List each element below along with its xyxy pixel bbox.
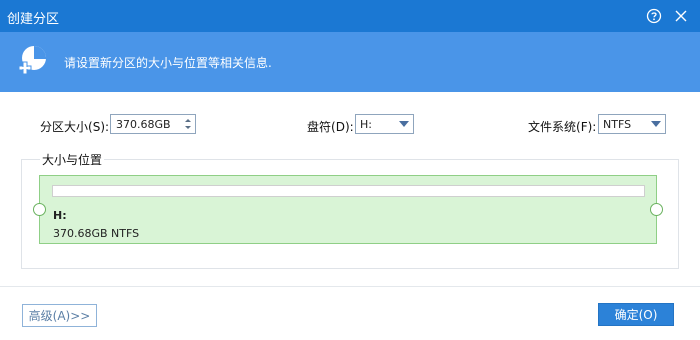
help-button[interactable] bbox=[644, 6, 664, 26]
create-partition-dialog: 创建分区 请设置新分区的大小与位置等相关信息. 分区大小(S): 370.68G… bbox=[0, 0, 700, 340]
chevron-down-icon bbox=[651, 121, 661, 127]
size-spinbox[interactable]: 370.68GB bbox=[110, 114, 196, 134]
close-button[interactable] bbox=[671, 6, 691, 26]
chevron-down-icon bbox=[399, 121, 409, 127]
footer-divider bbox=[0, 286, 700, 287]
drive-letter-select[interactable]: H: bbox=[355, 114, 414, 134]
filesystem-select[interactable]: NTFS bbox=[598, 114, 666, 134]
size-value: 370.68GB bbox=[116, 118, 171, 131]
drive-value: H: bbox=[360, 118, 372, 131]
size-label: 分区大小(S): bbox=[40, 120, 110, 134]
spin-arrows-icon[interactable] bbox=[181, 115, 195, 133]
partition-left-handle[interactable] bbox=[33, 203, 46, 216]
filesystem-label: 文件系统(F): bbox=[528, 120, 597, 134]
banner-message: 请设置新分区的大小与位置等相关信息. bbox=[64, 56, 272, 70]
info-banner: 请设置新分区的大小与位置等相关信息. bbox=[0, 32, 700, 92]
close-icon bbox=[675, 10, 687, 22]
filesystem-value: NTFS bbox=[603, 118, 632, 131]
partition-letter: H: bbox=[53, 209, 67, 222]
advanced-button[interactable]: 高级(A)>> bbox=[22, 304, 97, 327]
partition-add-icon bbox=[18, 46, 46, 75]
partition-right-handle[interactable] bbox=[650, 203, 663, 216]
group-title: 大小与位置 bbox=[40, 151, 105, 168]
drive-label: 盘符(D): bbox=[307, 120, 354, 134]
partition-info: 370.68GB NTFS bbox=[53, 227, 140, 240]
help-icon bbox=[646, 8, 662, 24]
title-bar: 创建分区 bbox=[0, 0, 700, 32]
window-title: 创建分区 bbox=[7, 12, 60, 27]
ok-button[interactable]: 确定(O) bbox=[598, 303, 674, 326]
partition-usage-bar bbox=[52, 185, 645, 197]
